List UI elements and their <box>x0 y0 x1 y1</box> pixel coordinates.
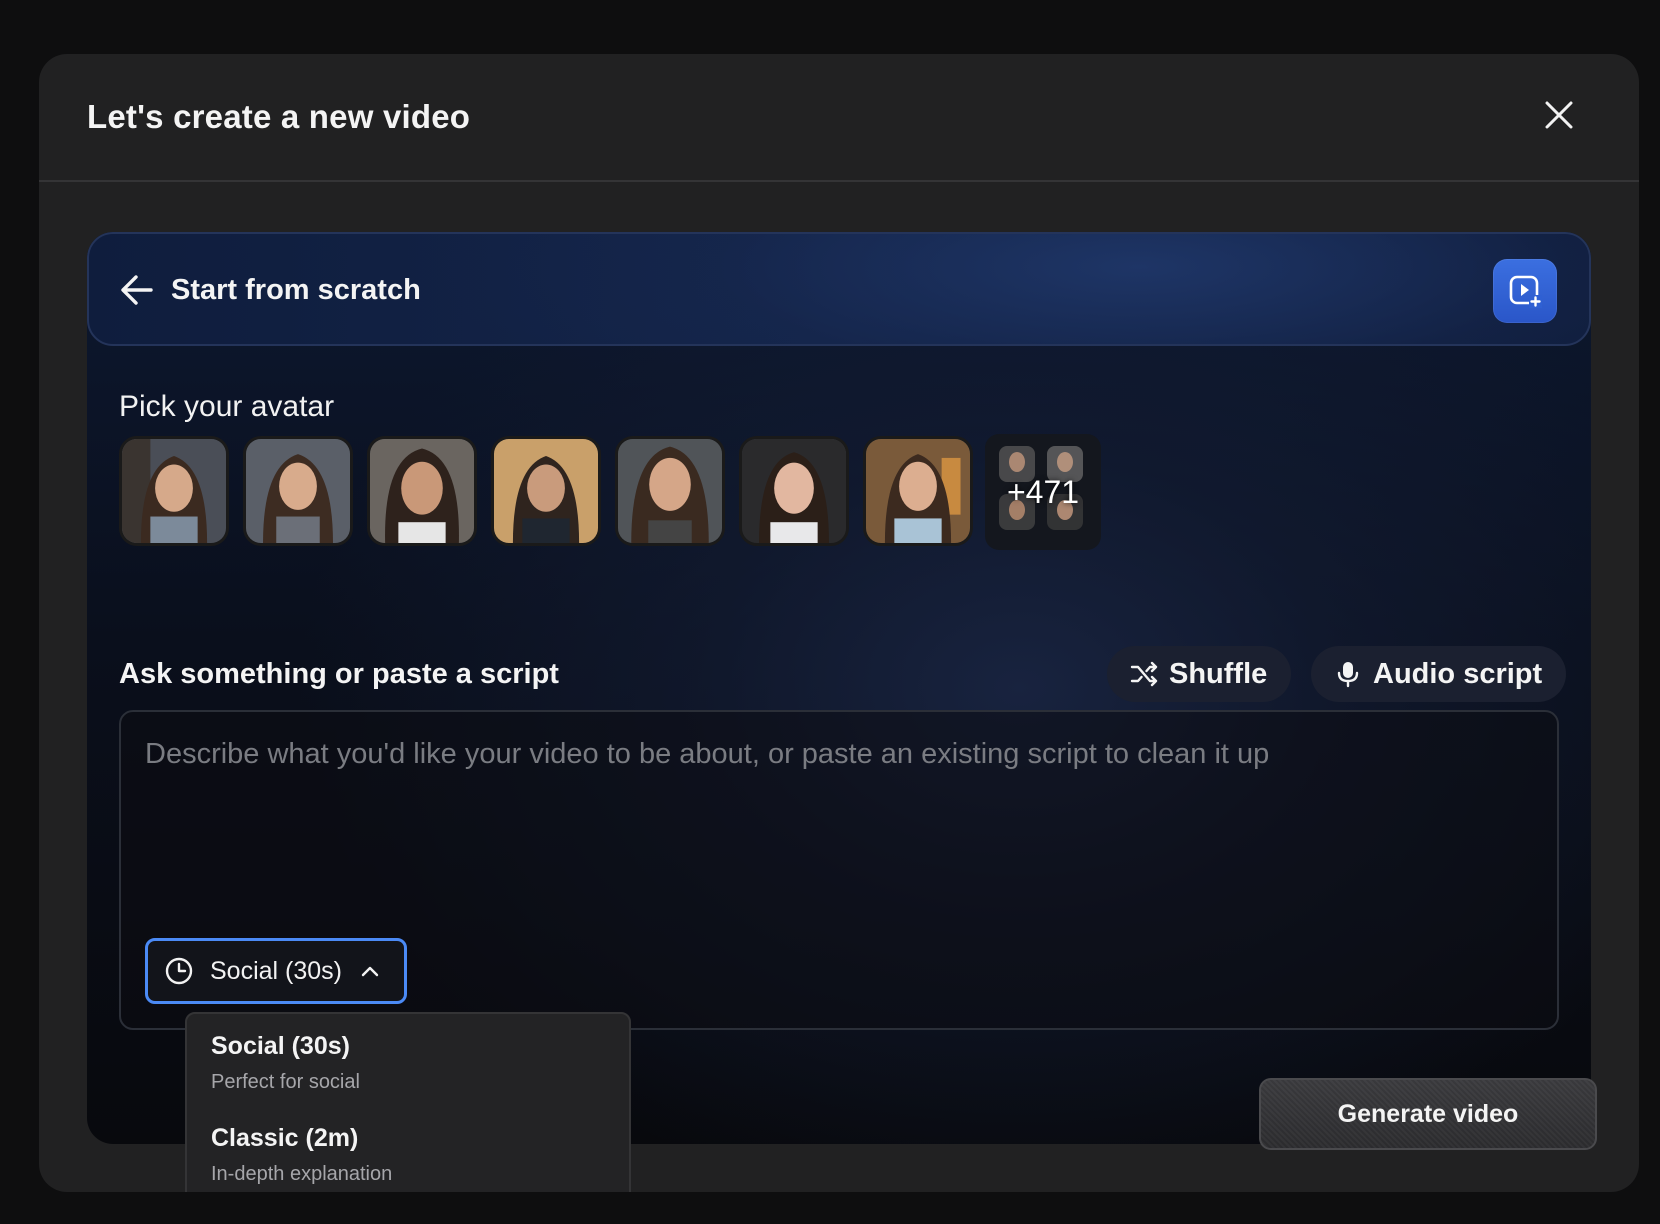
back-button[interactable] <box>119 272 155 308</box>
video-add-icon <box>1509 275 1542 308</box>
generate-video-button[interactable]: Generate video <box>1259 1078 1597 1150</box>
arrow-left-icon <box>121 275 153 305</box>
new-video-modal: Let's create a new video Start from scra… <box>39 54 1639 1192</box>
duration-select[interactable]: Social (30s) <box>145 938 407 1004</box>
option-subtitle: Perfect for social <box>211 1071 360 1093</box>
avatar-portrait-6 <box>742 439 846 543</box>
more-avatars-count: +471 <box>1006 473 1080 510</box>
chevron-up-icon <box>361 966 379 977</box>
shuffle-button[interactable]: Shuffle <box>1107 646 1292 702</box>
close-icon <box>1545 101 1573 129</box>
avatar-portrait-4 <box>494 439 598 543</box>
modal-title: Let's create a new video <box>87 98 471 135</box>
option-title: Classic (2m) <box>211 1124 359 1152</box>
more-avatars-button[interactable]: +471 <box>985 434 1101 550</box>
avatar-portrait-5 <box>618 439 722 543</box>
pick-avatar-label: Pick your avatar <box>119 390 335 423</box>
duration-selected-label: Social (30s) <box>210 956 342 985</box>
avatar-option-2[interactable] <box>243 436 353 546</box>
duration-dropdown: Social (30s) Perfect for social Classic … <box>185 1012 631 1192</box>
microphone-icon <box>1337 662 1359 688</box>
start-from-scratch-bar: Start from scratch <box>87 232 1591 346</box>
avatar-option-7[interactable] <box>863 436 973 546</box>
avatar-option-1[interactable] <box>119 436 229 546</box>
scratch-title: Start from scratch <box>171 274 421 306</box>
close-button[interactable] <box>1541 97 1577 133</box>
clock-icon <box>165 957 193 985</box>
option-title: Social (30s) <box>211 1032 350 1060</box>
option-subtitle: In-depth explanation <box>211 1163 393 1185</box>
avatar-portrait-7 <box>866 439 970 543</box>
avatar-portrait-2 <box>246 439 350 543</box>
shuffle-label: Shuffle <box>1169 657 1268 690</box>
modal-header: Let's create a new video <box>39 54 1639 182</box>
avatar-option-6[interactable] <box>739 436 849 546</box>
avatar-portrait-1 <box>122 439 226 543</box>
shuffle-icon <box>1130 661 1158 687</box>
avatar-option-3[interactable] <box>367 436 477 546</box>
script-box: Social (30s) <box>119 710 1559 1030</box>
duration-option-social[interactable]: Social (30s) Perfect for social <box>211 1032 605 1094</box>
avatar-portrait-3 <box>370 439 474 543</box>
script-label: Ask something or paste a script <box>119 658 559 690</box>
add-video-button[interactable] <box>1493 259 1557 323</box>
audio-script-button[interactable]: Audio script <box>1311 646 1567 702</box>
avatar-option-5[interactable] <box>615 436 725 546</box>
audio-script-label: Audio script <box>1373 657 1543 690</box>
create-panel: Start from scratch Pick your avatar +471… <box>87 232 1591 1144</box>
duration-option-classic[interactable]: Classic (2m) In-depth explanation <box>211 1124 605 1186</box>
avatar-option-4[interactable] <box>491 436 601 546</box>
avatar-list: +471 <box>119 434 1101 550</box>
script-input[interactable] <box>145 738 1525 928</box>
